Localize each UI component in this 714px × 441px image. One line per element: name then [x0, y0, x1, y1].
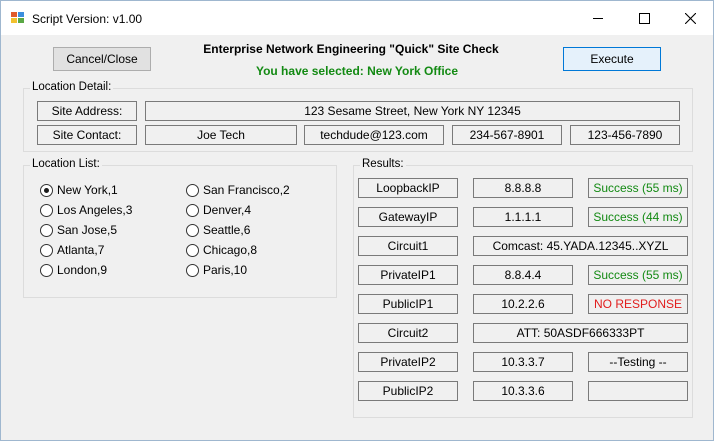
results-label: Results:	[360, 158, 406, 170]
radio-label: New York,1	[57, 183, 118, 197]
radio-chicago[interactable]: Chicago,8	[186, 243, 257, 257]
radio-paris[interactable]: Paris,10	[186, 263, 247, 277]
result-status-gatewayip: Success (44 ms)	[588, 207, 688, 227]
radio-label: Chicago,8	[203, 243, 258, 257]
selected-location-text: You have selected: New York Office	[255, 64, 459, 78]
cancel-close-button[interactable]: Cancel/Close	[53, 47, 151, 71]
page-title: Enterprise Network Engineering "Quick" S…	[203, 42, 499, 56]
radio-label: Atlanta,7	[57, 243, 105, 257]
radio-label: San Francisco,2	[203, 183, 290, 197]
result-name-privateip1: PrivateIP1	[358, 265, 458, 285]
result-status-privateip2: --Testing --	[588, 352, 688, 372]
radio-san-jose[interactable]: San Jose,5	[40, 223, 117, 237]
radio-label: Paris,10	[203, 263, 248, 277]
contact-email-field[interactable]: techdude@123.com	[304, 125, 444, 145]
radio-san-francisco[interactable]: San Francisco,2	[186, 183, 290, 197]
result-value-privateip1: 8.8.4.4	[473, 265, 573, 285]
location-detail-label: Location Detail:	[30, 81, 114, 93]
result-value-publicip1: 10.2.2.6	[473, 294, 573, 314]
title-bar: Script Version: v1.00	[1, 1, 713, 35]
radio-atlanta[interactable]: Atlanta,7	[40, 243, 104, 257]
radio-seattle[interactable]: Seattle,6	[186, 223, 250, 237]
maximize-button[interactable]	[621, 1, 667, 35]
result-value-gatewayip: 1.1.1.1	[473, 207, 573, 227]
result-name-circuit1: Circuit1	[358, 236, 458, 256]
result-status-privateip1: Success (55 ms)	[588, 265, 688, 285]
radio-los-angeles[interactable]: Los Angeles,3	[40, 203, 132, 217]
radio-icon	[40, 203, 53, 217]
minimize-button[interactable]	[575, 1, 621, 35]
radio-denver[interactable]: Denver,4	[186, 203, 251, 217]
radio-label: San Jose,5	[57, 223, 118, 237]
radio-label: London,9	[57, 263, 108, 277]
contact-phone2-field[interactable]: 123-456-7890	[570, 125, 680, 145]
radio-icon	[186, 243, 199, 257]
result-name-publicip2: PublicIP2	[358, 381, 458, 401]
result-status-loopbackip: Success (55 ms)	[588, 178, 688, 198]
radio-icon	[186, 203, 199, 217]
radio-label: Los Angeles,3	[57, 203, 133, 217]
result-name-privateip2: PrivateIP2	[358, 352, 458, 372]
site-address-field[interactable]: 123 Sesame Street, New York NY 12345	[145, 101, 680, 121]
radio-icon	[186, 263, 199, 277]
app-icon	[11, 12, 25, 24]
close-icon	[684, 12, 696, 24]
result-name-circuit2: Circuit2	[358, 323, 458, 343]
minimize-icon	[593, 18, 603, 19]
radio-new-york[interactable]: New York,1	[40, 183, 118, 197]
result-status-publicip1: NO RESPONSE	[588, 294, 688, 314]
app-window: Script Version: v1.00 Cancel/Close Enter…	[0, 0, 714, 441]
contact-name-field[interactable]: Joe Tech	[145, 125, 297, 145]
site-contact-label: Site Contact:	[37, 125, 137, 145]
close-button[interactable]	[667, 1, 713, 35]
radio-label: Denver,4	[203, 203, 252, 217]
result-value-privateip2: 10.3.3.7	[473, 352, 573, 372]
result-value-publicip2: 10.3.3.6	[473, 381, 573, 401]
result-name-publicip1: PublicIP1	[358, 294, 458, 314]
result-value-circuit1: Comcast: 45.YADA.12345..XYZL	[473, 236, 688, 256]
radio-london[interactable]: London,9	[40, 263, 107, 277]
radio-label: Seattle,6	[203, 223, 251, 237]
execute-button[interactable]: Execute	[563, 47, 661, 71]
radio-icon	[40, 223, 53, 237]
location-list-label: Location List:	[30, 158, 102, 170]
window-title: Script Version: v1.00	[32, 12, 143, 26]
result-value-loopbackip: 8.8.8.8	[473, 178, 573, 198]
radio-icon	[186, 183, 199, 197]
radio-icon	[40, 243, 53, 257]
contact-phone1-field[interactable]: 234-567-8901	[452, 125, 562, 145]
result-name-gatewayip: GatewayIP	[358, 207, 458, 227]
site-address-label: Site Address:	[37, 101, 137, 121]
radio-icon	[186, 223, 199, 237]
result-status-publicip2	[588, 381, 688, 401]
maximize-icon	[638, 12, 650, 24]
result-name-loopbackip: LoopbackIP	[358, 178, 458, 198]
radio-icon	[40, 263, 53, 277]
radio-selected-icon	[40, 183, 53, 197]
result-value-circuit2: ATT: 50ASDF666333PT	[473, 323, 688, 343]
